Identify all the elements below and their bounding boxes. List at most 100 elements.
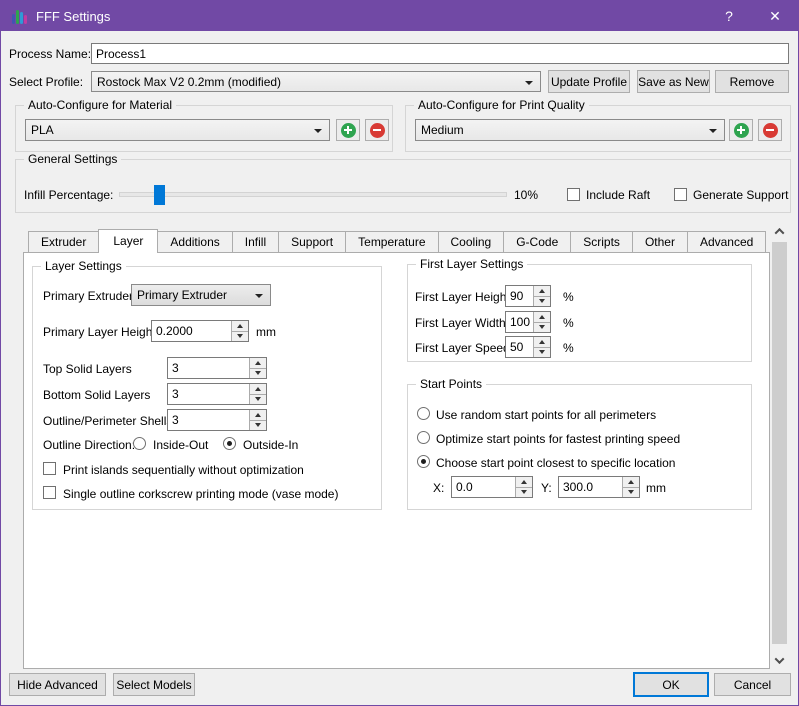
primary-extruder-label: Primary Extruder [43, 289, 133, 303]
inside-out-radio[interactable] [133, 437, 146, 450]
specific-location-radio[interactable] [417, 455, 430, 468]
outline-direction-label: Outline Direction: [43, 438, 135, 452]
material-group-title: Auto-Configure for Material [24, 98, 176, 112]
settings-tab-bar: Extruder Layer Additions Infill Support … [28, 229, 765, 253]
primary-extruder-dropdown[interactable]: Primary Extruder [131, 284, 271, 306]
tab-extruder[interactable]: Extruder [28, 231, 99, 252]
vase-mode-checkbox[interactable] [43, 486, 56, 499]
scroll-up-icon[interactable] [771, 223, 788, 240]
infill-slider[interactable] [119, 192, 507, 197]
generate-support-label: Generate Support [693, 188, 788, 202]
tab-gcode[interactable]: G-Code [503, 231, 571, 252]
quality-groupbox: Auto-Configure for Print Quality Medium [405, 105, 791, 152]
top-solid-layers-spinner[interactable]: 3 [167, 357, 267, 379]
ok-button[interactable]: OK [633, 672, 709, 697]
select-profile-label: Select Profile: [9, 75, 83, 89]
remove-material-button[interactable] [365, 119, 389, 141]
random-start-points-label: Use random start points for all perimete… [436, 408, 656, 422]
include-raft-checkbox[interactable] [567, 188, 580, 201]
add-quality-button[interactable] [729, 119, 753, 141]
first-layer-height-spinner[interactable]: 90 [505, 285, 551, 307]
first-layer-width-label: First Layer Width [415, 316, 506, 330]
random-start-points-radio[interactable] [417, 407, 430, 420]
hide-advanced-button[interactable]: Hide Advanced [9, 673, 106, 696]
vertical-scrollbar[interactable] [771, 223, 788, 669]
first-layer-title: First Layer Settings [416, 257, 527, 271]
bottom-solid-layers-label: Bottom Solid Layers [43, 388, 150, 402]
spin-down-icon[interactable] [250, 421, 266, 431]
first-layer-speed-label: First Layer Speed [415, 341, 510, 355]
first-layer-speed-spinner[interactable]: 50 [505, 336, 551, 358]
perimeter-shells-label: Outline/Perimeter Shells [43, 414, 172, 428]
quality-group-title: Auto-Configure for Print Quality [414, 98, 589, 112]
spin-up-icon[interactable] [250, 358, 266, 369]
add-icon [734, 123, 749, 138]
vase-mode-label: Single outline corkscrew printing mode (… [63, 487, 338, 501]
scroll-down-icon[interactable] [771, 652, 788, 669]
tab-layer[interactable]: Layer [98, 229, 158, 253]
tab-infill[interactable]: Infill [232, 231, 279, 252]
close-icon[interactable]: ✕ [752, 1, 798, 31]
spin-up-icon[interactable] [534, 286, 550, 297]
primary-layer-height-spinner[interactable]: 0.2000 [151, 320, 249, 342]
remove-quality-button[interactable] [758, 119, 782, 141]
tab-cooling[interactable]: Cooling [438, 231, 505, 252]
spin-down-icon[interactable] [250, 395, 266, 405]
help-button[interactable]: ? [706, 1, 752, 31]
select-models-button[interactable]: Select Models [113, 673, 195, 696]
first-layer-width-spinner[interactable]: 100 [505, 311, 551, 333]
optimize-start-points-radio[interactable] [417, 431, 430, 444]
update-profile-button[interactable]: Update Profile [548, 70, 630, 93]
tab-support[interactable]: Support [278, 231, 346, 252]
tab-scripts[interactable]: Scripts [570, 231, 633, 252]
profile-dropdown[interactable]: Rostock Max V2 0.2mm (modified) [91, 71, 541, 92]
tab-other[interactable]: Other [632, 231, 688, 252]
primary-layer-height-label: Primary Layer Height [43, 325, 156, 339]
tab-additions[interactable]: Additions [157, 231, 232, 252]
chevron-down-icon [525, 81, 533, 85]
spin-up-icon[interactable] [516, 477, 532, 488]
spin-up-icon[interactable] [623, 477, 639, 488]
first-layer-width-unit: % [563, 316, 574, 330]
quality-dropdown[interactable]: Medium [415, 119, 725, 141]
cancel-button[interactable]: Cancel [714, 673, 791, 696]
spin-down-icon[interactable] [232, 332, 248, 342]
first-layer-height-label: First Layer Height [415, 290, 510, 304]
bottom-solid-layers-spinner[interactable]: 3 [167, 383, 267, 405]
remove-button[interactable]: Remove [715, 70, 789, 93]
tab-advanced[interactable]: Advanced [687, 231, 766, 252]
general-settings-title: General Settings [24, 152, 121, 166]
spin-up-icon[interactable] [250, 410, 266, 421]
process-name-input[interactable] [91, 43, 789, 64]
spin-down-icon[interactable] [534, 297, 550, 307]
spin-down-icon[interactable] [534, 323, 550, 333]
spin-down-icon[interactable] [623, 488, 639, 498]
tab-temperature[interactable]: Temperature [345, 231, 438, 252]
primary-layer-height-unit: mm [256, 325, 276, 339]
add-material-button[interactable] [336, 119, 360, 141]
print-islands-label: Print islands sequentially without optim… [63, 463, 304, 477]
spin-up-icon[interactable] [232, 321, 248, 332]
start-x-spinner[interactable]: 0.0 [451, 476, 533, 498]
specific-location-label: Choose start point closest to specific l… [436, 456, 675, 470]
start-x-label: X: [433, 481, 444, 495]
perimeter-shells-spinner[interactable]: 3 [167, 409, 267, 431]
first-layer-groupbox: First Layer Settings First Layer Height … [407, 264, 752, 362]
outside-in-radio[interactable] [223, 437, 236, 450]
spin-down-icon[interactable] [250, 369, 266, 379]
infill-slider-handle[interactable] [154, 185, 165, 205]
infill-percentage-value: 10% [514, 188, 538, 202]
spin-up-icon[interactable] [534, 337, 550, 348]
scrollbar-thumb[interactable] [772, 242, 787, 644]
spin-down-icon[interactable] [516, 488, 532, 498]
process-name-label: Process Name: [9, 47, 91, 61]
first-layer-height-unit: % [563, 290, 574, 304]
start-y-spinner[interactable]: 300.0 [558, 476, 640, 498]
spin-up-icon[interactable] [250, 384, 266, 395]
save-as-new-button[interactable]: Save as New [637, 70, 710, 93]
generate-support-checkbox[interactable] [674, 188, 687, 201]
material-dropdown[interactable]: PLA [25, 119, 330, 141]
spin-up-icon[interactable] [534, 312, 550, 323]
spin-down-icon[interactable] [534, 348, 550, 358]
print-islands-checkbox[interactable] [43, 462, 56, 475]
